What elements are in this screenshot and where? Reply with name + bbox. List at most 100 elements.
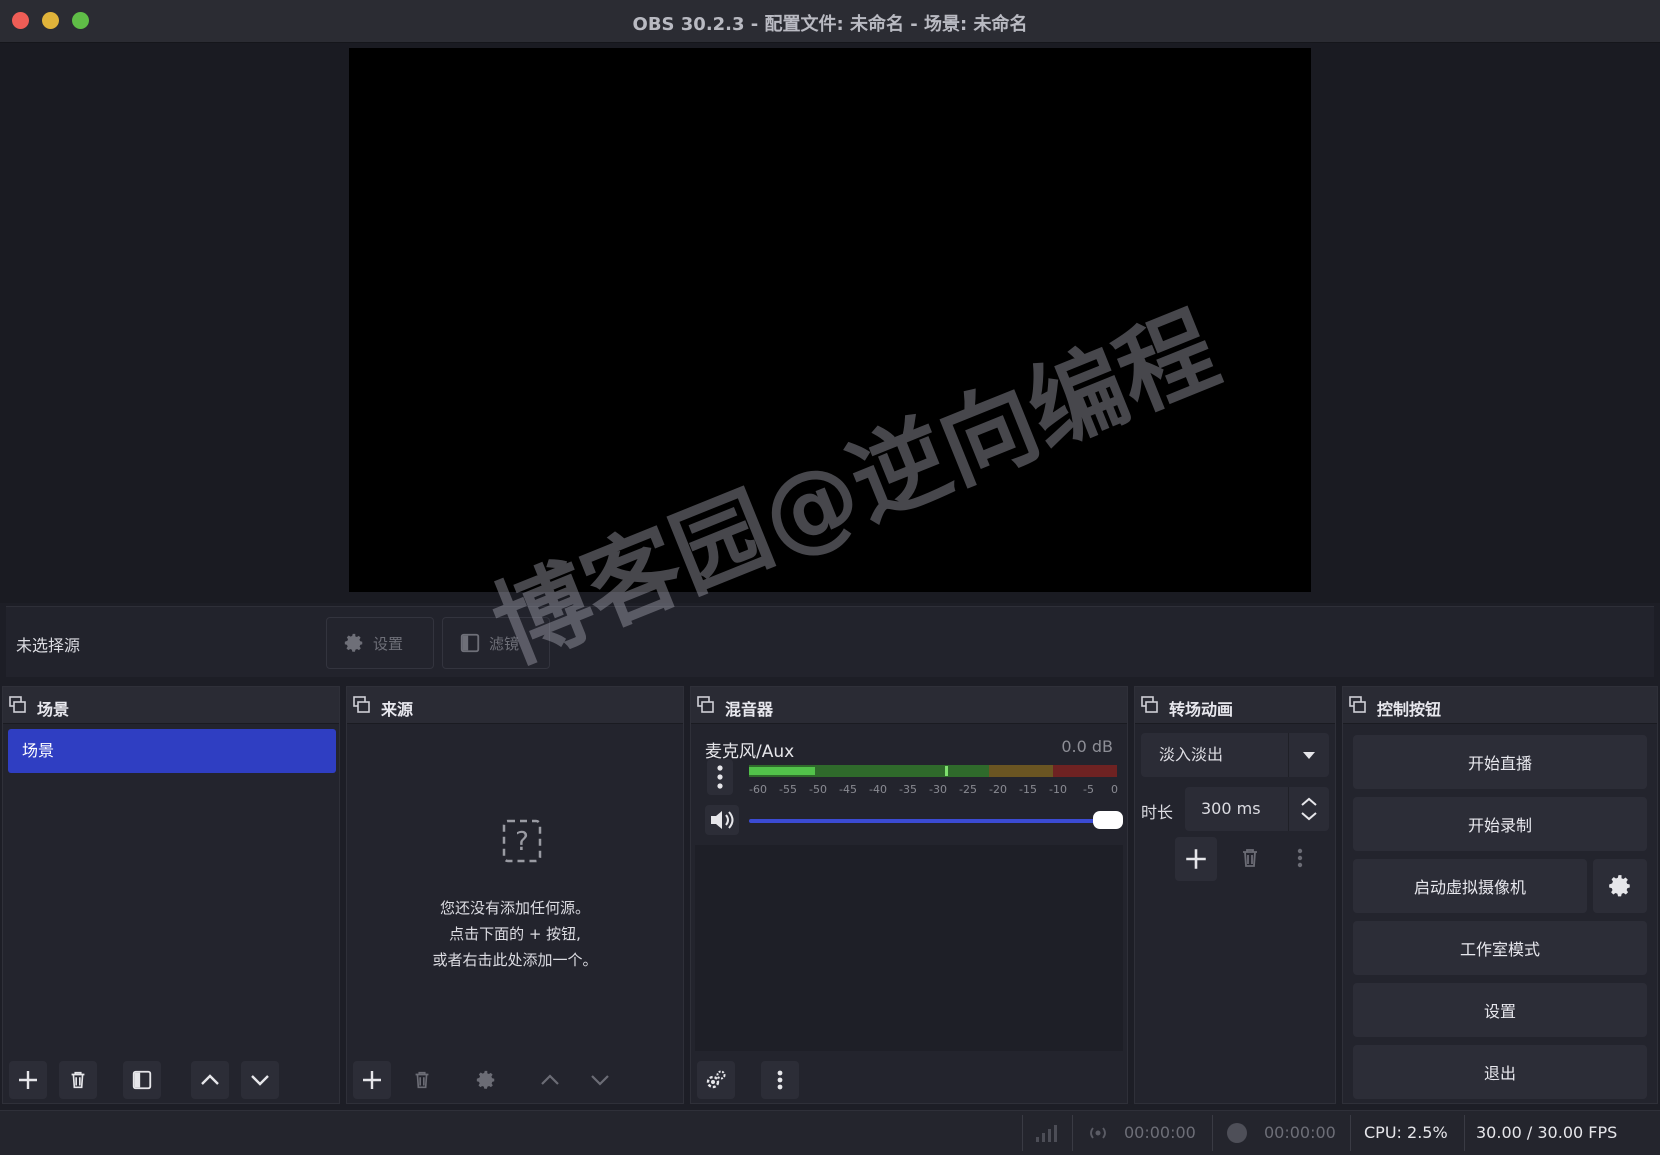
- transition-properties-button[interactable]: [1281, 839, 1319, 877]
- settings-button[interactable]: 设置: [1353, 983, 1647, 1037]
- chevron-up-icon: [541, 1074, 559, 1085]
- start-streaming-button[interactable]: 开始直播: [1353, 735, 1647, 789]
- empty-line-1: 您还没有添加任何源。: [439, 899, 590, 917]
- channel-menu-icon[interactable]: [707, 759, 733, 795]
- remove-source-button[interactable]: [403, 1061, 441, 1099]
- dock-float-icon[interactable]: [1141, 696, 1159, 714]
- transition-selected-value: 淡入淡出: [1159, 745, 1224, 764]
- volume-slider-handle[interactable]: [1093, 811, 1123, 829]
- plus-icon: [19, 1071, 37, 1089]
- duration-stepper[interactable]: [1288, 787, 1329, 831]
- speaker-icon[interactable]: [705, 805, 739, 835]
- streaming-icon: [1090, 1127, 1106, 1139]
- remove-scene-button[interactable]: [59, 1061, 97, 1099]
- no-source-selected-label: 未选择源: [16, 636, 81, 655]
- meter-tick: -10: [1049, 783, 1067, 796]
- caret-down-icon: [1303, 752, 1315, 759]
- scene-transitions-dock: 转场动画 淡入淡出 时长 300 ms: [1134, 686, 1336, 1104]
- scenes-dock-header: 场景: [3, 687, 339, 724]
- volume-slider-track[interactable]: [749, 819, 1109, 823]
- dock-float-icon[interactable]: [697, 696, 715, 714]
- transition-select[interactable]: 淡入淡出: [1141, 733, 1329, 777]
- gear-icon: [476, 1070, 495, 1089]
- scenes-dock-title: 场景: [37, 700, 70, 719]
- add-transition-button[interactable]: [1175, 837, 1217, 881]
- trash-icon: [71, 1071, 85, 1089]
- dock-float-icon[interactable]: [1349, 696, 1367, 714]
- sources-dock-header: 来源: [347, 687, 683, 724]
- dock-float-icon[interactable]: [353, 696, 371, 714]
- channel-db-value: 0.0 dB: [1061, 737, 1113, 756]
- add-scene-button[interactable]: [9, 1061, 47, 1099]
- meter-tick: -60: [749, 783, 767, 796]
- more-vertical-icon: [777, 1070, 783, 1090]
- fps-readout: 30.00 / 30.00 FPS: [1476, 1123, 1618, 1142]
- sources-empty-message[interactable]: 您还没有添加任何源。 点击下面的 + 按钮, 或者右击此处添加一个。: [347, 895, 683, 973]
- plus-icon: [363, 1071, 381, 1089]
- empty-line-3: 或者右击此处添加一个。: [432, 951, 598, 969]
- virtual-camera-settings-button[interactable]: [1593, 859, 1647, 913]
- empty-line-2: 点击下面的 + 按钮,: [449, 925, 581, 943]
- divider: [1464, 1115, 1465, 1151]
- audio-mixer-dock: 混音器 麦克风/Aux 0.0 dB -60 -55 -50 -45 -40 -…: [690, 686, 1128, 1104]
- divider: [1212, 1115, 1213, 1151]
- controls-dock-title: 控制按钮: [1377, 700, 1442, 719]
- move-scene-down-button[interactable]: [241, 1061, 279, 1099]
- filter-icon: [460, 633, 480, 653]
- source-context-bar: 未选择源 设置 滤镜: [6, 606, 1654, 677]
- duration-spinbox[interactable]: 300 ms: [1185, 787, 1329, 831]
- dropdown-arrow[interactable]: [1288, 733, 1329, 777]
- add-source-button[interactable]: [353, 1061, 391, 1099]
- mixer-dock-header: 混音器: [691, 687, 1127, 724]
- move-source-up-button[interactable]: [531, 1061, 569, 1099]
- transitions-dock-title: 转场动画: [1169, 700, 1234, 719]
- duration-value: 300 ms: [1201, 799, 1261, 818]
- scenes-dock: 场景 场景: [2, 686, 340, 1104]
- trash-icon: [415, 1071, 429, 1089]
- plus-icon: [1186, 849, 1206, 869]
- mixer-empty-area: [695, 845, 1123, 1051]
- sources-toolbar: [347, 1055, 683, 1103]
- mixer-menu-button[interactable]: [761, 1061, 799, 1099]
- start-recording-button[interactable]: 开始录制: [1353, 797, 1647, 851]
- studio-mode-button[interactable]: 工作室模式: [1353, 921, 1647, 975]
- divider: [1072, 1115, 1073, 1151]
- transitions-dock-header: 转场动画: [1135, 687, 1335, 724]
- dock-float-icon[interactable]: [9, 696, 27, 714]
- remove-transition-button[interactable]: [1231, 839, 1269, 877]
- meter-tick: 0: [1111, 783, 1118, 796]
- meter-tick: -5: [1083, 783, 1094, 796]
- meter-tick: -40: [869, 783, 887, 796]
- move-source-down-button[interactable]: [581, 1061, 619, 1099]
- source-properties-button[interactable]: [467, 1061, 505, 1099]
- record-icon: [1227, 1123, 1247, 1143]
- status-bar: 00:00:00 00:00:00 CPU: 2.5% 30.00 / 30.0…: [0, 1110, 1660, 1155]
- exit-button[interactable]: 退出: [1353, 1045, 1647, 1099]
- divider: [1022, 1115, 1023, 1151]
- obs-window: OBS 30.2.3 - 配置文件: 未命名 - 场景: 未命名 未选择源 设置…: [0, 0, 1660, 1155]
- meter-tick: -50: [809, 783, 827, 796]
- gear-icon: [344, 633, 363, 652]
- meter-tick: -30: [929, 783, 947, 796]
- move-scene-up-button[interactable]: [191, 1061, 229, 1099]
- scene-filters-button[interactable]: [123, 1061, 161, 1099]
- mixer-dock-title: 混音器: [725, 700, 774, 719]
- meter-tick: -45: [839, 783, 857, 796]
- scene-list-item[interactable]: 场景: [8, 729, 336, 773]
- filter-icon: [132, 1070, 152, 1090]
- meter-tick: -15: [1019, 783, 1037, 796]
- stepper-arrows-icon: [1301, 797, 1317, 821]
- source-settings-button[interactable]: 设置: [326, 617, 434, 669]
- chevron-up-icon: [201, 1074, 219, 1085]
- duration-label: 时长: [1141, 803, 1174, 822]
- window-title: OBS 30.2.3 - 配置文件: 未命名 - 场景: 未命名: [632, 14, 1028, 35]
- unknown-source-icon: ?: [502, 819, 542, 863]
- controls-dock: 控制按钮 开始直播 开始录制 启动虚拟摄像机 工作室模式 设置 退出: [1342, 686, 1658, 1104]
- more-vertical-icon: [1297, 848, 1303, 868]
- volume-meter: [749, 765, 1117, 777]
- mixer-toolbar: [691, 1055, 1127, 1103]
- sources-dock: 来源 ? 您还没有添加任何源。 点击下面的 + 按钮, 或者右击此处添加一个。: [346, 686, 684, 1104]
- start-virtual-camera-button[interactable]: 启动虚拟摄像机: [1353, 859, 1587, 913]
- advanced-audio-button[interactable]: [697, 1061, 735, 1099]
- scenes-toolbar: [3, 1055, 339, 1103]
